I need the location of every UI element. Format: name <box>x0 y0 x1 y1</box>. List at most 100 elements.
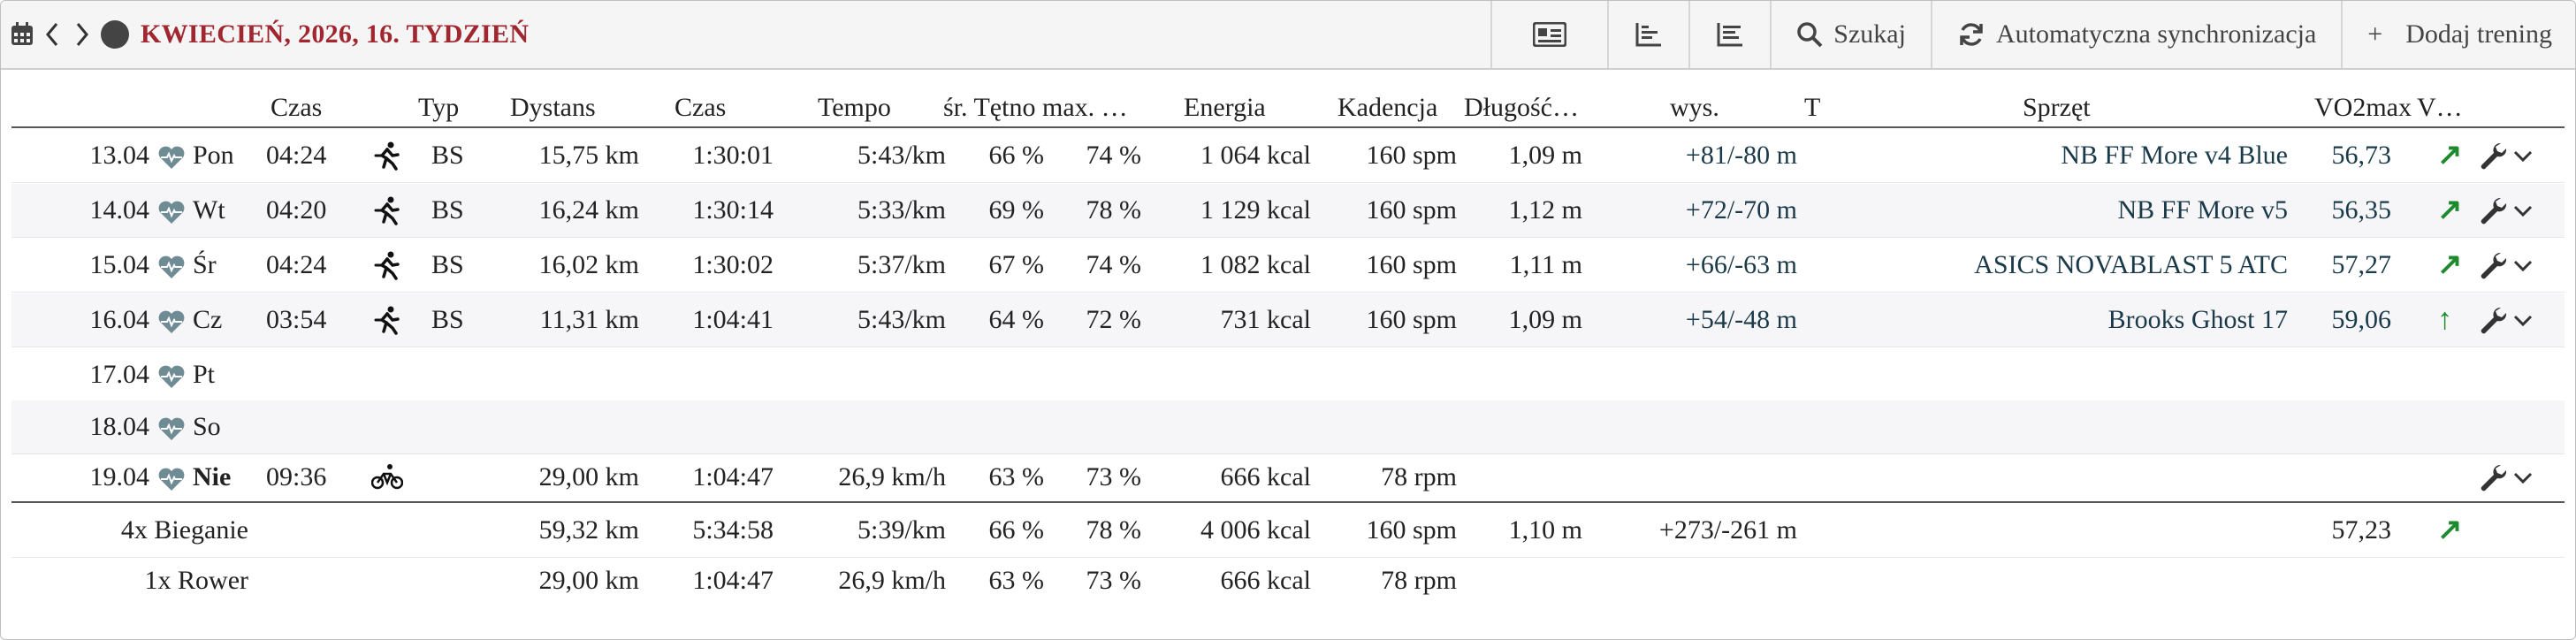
summary-view-button[interactable] <box>1490 1 1607 68</box>
row-start-time: 04:24 <box>266 250 327 279</box>
trend-arrow-icon: ↗ <box>2437 139 2463 171</box>
bar-chart-icon <box>1635 23 1662 47</box>
col-header-tempo[interactable]: Tempo <box>818 93 891 123</box>
week-view: KWIECIEŃ, 2026, 16. TYDZIEŃ Szukaj Autom… <box>0 0 2576 640</box>
row-energy: 1 129 kcal <box>1200 195 1311 225</box>
heart-rate-icon[interactable] <box>157 364 186 389</box>
wrench-icon[interactable] <box>2478 462 2508 492</box>
table-row[interactable]: 14.04 Wt 04:20 BS 16,24 km 1:30:14 5:33/km 69 %… <box>11 184 2565 238</box>
col-header-czas-trwania[interactable]: Czas <box>674 93 726 123</box>
row-gear: Brooks Ghost 17 <box>2107 305 2288 334</box>
chevron-right-icon[interactable] <box>73 20 91 49</box>
row-date: 13.04 <box>89 141 150 170</box>
row-cadence: 160 spm <box>1366 141 1457 170</box>
running-icon <box>371 195 401 225</box>
wrench-icon[interactable] <box>2478 195 2508 225</box>
row-energy: 1 082 kcal <box>1200 250 1311 279</box>
plus-icon: + <box>2367 19 2383 49</box>
row-energy: 1 064 kcal <box>1200 141 1311 170</box>
chevron-down-icon[interactable] <box>2513 472 2533 484</box>
col-header-kadencja[interactable]: Kadencja <box>1338 93 1437 123</box>
col-header-v[interactable]: V… <box>2417 93 2463 123</box>
sync-icon <box>1960 23 1983 46</box>
heart-rate-icon[interactable] <box>157 200 186 225</box>
row-start-time: 09:36 <box>266 462 327 491</box>
today-dot-icon[interactable] <box>100 19 130 50</box>
wrench-icon[interactable] <box>2478 250 2508 280</box>
table-row[interactable]: 19.04 Nie 09:36 29,00 km 1:04:47 26,9 km/h 63 … <box>11 451 2565 504</box>
table-row[interactable]: 16.04 Cz 03:54 BS 11,31 km 1:04:41 5:43/km 64 %… <box>11 293 2565 347</box>
search-icon <box>1797 22 1823 48</box>
row-max-hr: 74 % <box>1086 250 1142 279</box>
col-header-sr-tetno[interactable]: śr. Tętno <box>943 93 1035 123</box>
col-header-dlugosc[interactable]: Długość… <box>1464 93 1579 123</box>
table-row[interactable]: 13.04 Pon 04:24 BS 15,75 km 1:30:01 5:43/km 66 … <box>11 129 2565 183</box>
heart-rate-icon[interactable] <box>157 255 186 279</box>
col-header-max-tetno[interactable]: max. … <box>1042 93 1128 123</box>
row-energy: 731 kcal <box>1220 305 1311 334</box>
row-stride-length: 1,12 m <box>1508 195 1582 225</box>
summary-label: 4x Bieganie <box>120 515 248 545</box>
col-header-wys[interactable]: wys. <box>1670 93 1719 123</box>
table-row[interactable]: 15.04 Śr 04:24 BS 16,02 km 1:30:02 5:37/km 67 %… <box>11 239 2565 293</box>
summary-avg-hr: 63 % <box>988 566 1045 595</box>
row-date: 14.04 <box>89 195 150 225</box>
chart-alt-view-button[interactable] <box>1688 1 1770 68</box>
calendar-icon[interactable] <box>10 21 34 48</box>
row-distance: 11,31 km <box>539 305 639 334</box>
summary-avg-hr: 66 % <box>988 515 1045 545</box>
wrench-icon[interactable] <box>2478 305 2508 335</box>
row-start-time: 04:20 <box>266 195 327 225</box>
summary-energy: 666 kcal <box>1220 566 1311 595</box>
row-energy: 666 kcal <box>1220 462 1311 491</box>
col-header-t[interactable]: T <box>1804 93 1822 123</box>
summary-distance: 59,32 km <box>538 515 639 545</box>
chevron-down-icon[interactable] <box>2513 315 2533 327</box>
row-cadence: 78 rpm <box>1381 462 1457 491</box>
col-header-sprzet[interactable]: Sprzęt <box>2023 93 2091 123</box>
row-duration: 1:30:14 <box>692 195 774 225</box>
table-row[interactable]: 18.04 So <box>11 400 2565 454</box>
chevron-down-icon[interactable] <box>2513 150 2533 163</box>
chevron-down-icon[interactable] <box>2513 205 2533 217</box>
summary-row: 4x Bieganie 59,32 km 5:34:58 5:39/km 66 % 78 … <box>11 504 2565 558</box>
table-row[interactable]: 17.04 Pt <box>11 348 2565 402</box>
wrench-icon[interactable] <box>2478 141 2508 171</box>
row-max-hr: 72 % <box>1086 305 1142 334</box>
heart-rate-icon[interactable] <box>157 309 186 334</box>
row-max-hr: 74 % <box>1086 141 1142 170</box>
row-gear: NB FF More v5 <box>2117 195 2288 225</box>
add-training-button[interactable]: + Dodaj trening <box>2341 1 2575 68</box>
col-header-czas[interactable]: Czas <box>271 93 322 123</box>
summary-duration: 5:34:58 <box>692 515 774 545</box>
row-avg-hr: 64 % <box>988 305 1045 334</box>
id-card-icon <box>1533 22 1567 47</box>
col-header-energia[interactable]: Energia <box>1184 93 1266 123</box>
summary-label: 1x Rower <box>144 566 248 595</box>
chart-view-button[interactable] <box>1607 1 1688 68</box>
row-date: 18.04 <box>89 412 150 441</box>
row-gear: ASICS NOVABLAST 5 ATC <box>1974 250 2288 279</box>
heart-rate-icon[interactable] <box>157 467 186 491</box>
row-pace: 5:37/km <box>857 250 946 279</box>
col-header-dystans[interactable]: Dystans <box>510 93 596 123</box>
row-type: BS <box>431 141 464 170</box>
col-header-typ[interactable]: Typ <box>418 93 459 123</box>
chevron-down-icon[interactable] <box>2513 260 2533 272</box>
row-cadence: 160 spm <box>1366 250 1457 279</box>
auto-sync-button[interactable]: Automatyczna synchronizacja <box>1930 1 2341 68</box>
row-type: BS <box>431 195 464 225</box>
row-cadence: 160 spm <box>1366 305 1457 334</box>
chevron-left-icon[interactable] <box>43 20 61 49</box>
row-start-time: 03:54 <box>266 305 327 334</box>
summary-cadence: 78 rpm <box>1381 566 1457 595</box>
row-elevation: +54/-48 m <box>1685 305 1797 334</box>
heart-rate-icon[interactable] <box>157 145 186 170</box>
search-button[interactable]: Szukaj <box>1770 1 1931 68</box>
col-header-vo2max[interactable]: VO2max <box>2314 93 2412 123</box>
row-type: BS <box>431 305 464 334</box>
heart-rate-icon[interactable] <box>157 416 186 441</box>
row-pace: 5:33/km <box>857 195 946 225</box>
running-icon <box>371 305 401 335</box>
summary-energy: 4 006 kcal <box>1200 515 1311 545</box>
